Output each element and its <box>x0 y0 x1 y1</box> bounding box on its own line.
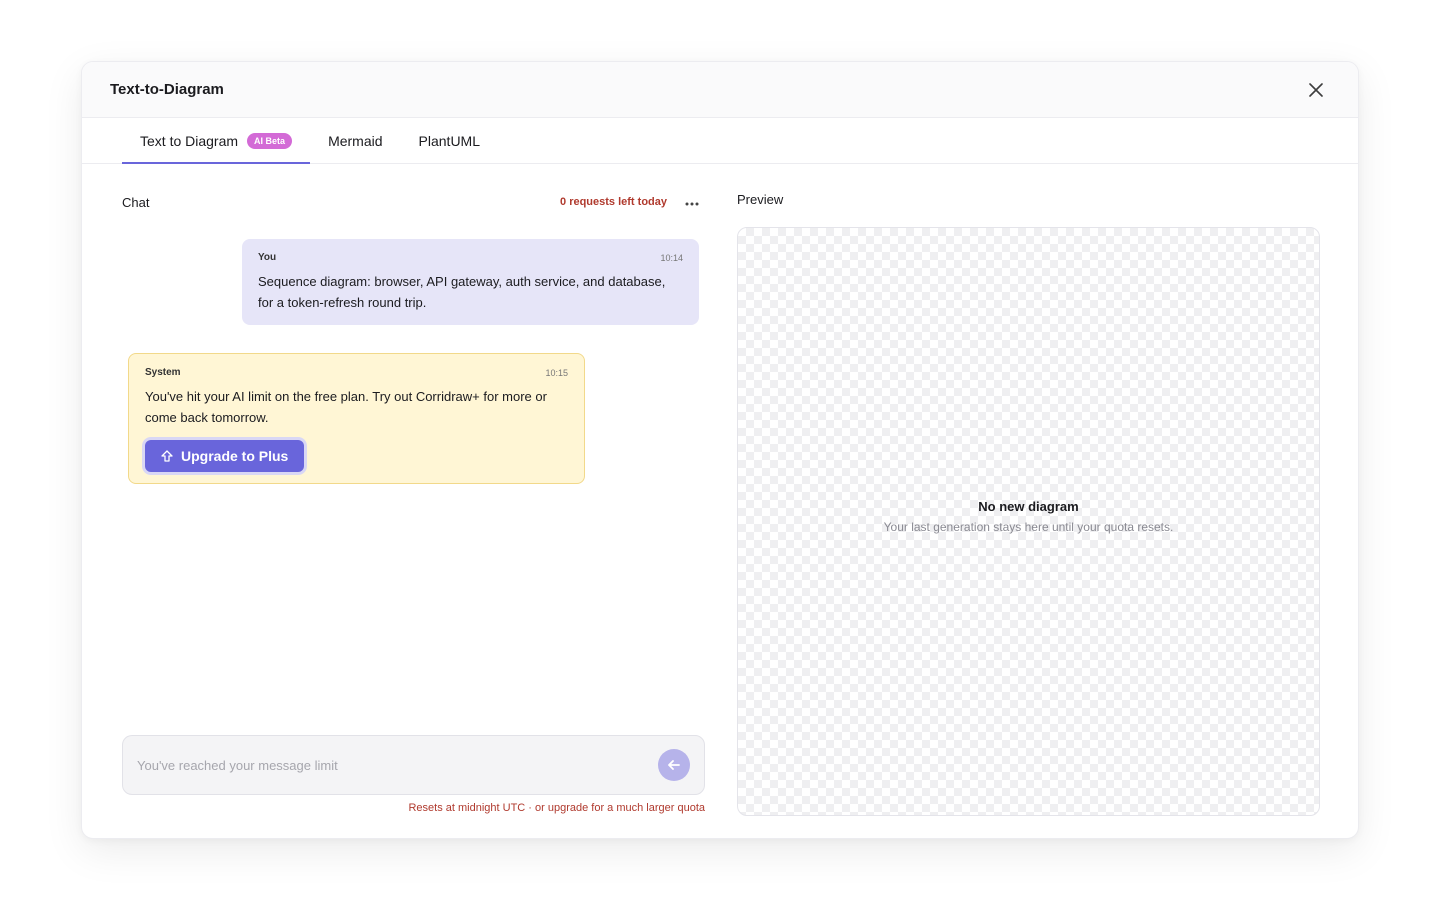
tab-label: Text to Diagram <box>140 132 239 149</box>
more-options-button[interactable] <box>685 197 699 207</box>
close-button[interactable] <box>1302 76 1330 104</box>
empty-state-title: No new diagram <box>978 499 1079 514</box>
message-text: Sequence diagram: browser, API gateway, … <box>258 274 666 310</box>
chat-message-system: System 10:15 You've hit your AI limit on… <box>128 353 585 484</box>
upgrade-to-plus-button[interactable]: Upgrade to Plus <box>145 440 305 472</box>
message-time: 10:14 <box>660 252 683 263</box>
tab-mermaid[interactable]: Mermaid <box>310 118 400 163</box>
chat-header: Chat 0 requests left today <box>122 192 705 212</box>
chat-input[interactable] <box>137 757 658 773</box>
preview-label: Preview <box>737 192 784 207</box>
upgrade-button-label: Upgrade to Plus <box>181 448 289 464</box>
upgrade-arrow-icon <box>161 450 173 462</box>
chat-message-user: You 10:14 Sequence diagram: browser, API… <box>242 239 699 325</box>
tab-label: Mermaid <box>328 132 383 149</box>
tab-bar: Text to Diagram AI Beta Mermaid PlantUML <box>82 118 1358 164</box>
dialog-content: Chat 0 requests left today You 10:14 Seq… <box>82 164 1358 838</box>
tab-text-to-diagram[interactable]: Text to Diagram AI Beta <box>122 118 311 164</box>
more-horizontal-icon <box>685 202 699 206</box>
chat-input-box <box>122 735 705 795</box>
preview-canvas[interactable]: No new diagram Your last generation stay… <box>737 227 1320 816</box>
tab-label: PlantUML <box>418 132 480 149</box>
message-meta: System 10:15 <box>145 367 568 378</box>
requests-left-counter: 0 requests left today <box>560 196 667 208</box>
text-to-diagram-dialog: Text-to-Diagram Text to Diagram AI Beta … <box>81 61 1359 839</box>
dialog-header: Text-to-Diagram <box>82 62 1358 118</box>
chat-header-actions: 0 requests left today <box>560 196 705 208</box>
message-text: You've hit your AI limit on the free pla… <box>145 389 547 425</box>
message-author: You <box>258 252 277 263</box>
close-icon <box>1309 82 1323 97</box>
chat-label: Chat <box>122 194 150 210</box>
message-time: 10:15 <box>545 367 568 378</box>
send-arrow-icon <box>668 760 680 770</box>
tab-plantuml[interactable]: PlantUML <box>401 118 498 163</box>
send-button[interactable] <box>658 749 690 781</box>
ai-beta-badge: AI Beta <box>247 132 293 149</box>
empty-state-subtitle: Your last generation stays here until yo… <box>883 520 1174 534</box>
quota-reset-note: Resets at midnight UTC · or upgrade for … <box>408 802 705 814</box>
preview-panel: Preview No new diagram Your last generat… <box>737 164 1320 838</box>
message-meta: You 10:14 <box>258 252 683 263</box>
message-author: System <box>145 367 181 378</box>
chat-panel: Chat 0 requests left today You 10:14 Seq… <box>122 164 705 838</box>
dialog-title: Text-to-Diagram <box>110 81 224 98</box>
